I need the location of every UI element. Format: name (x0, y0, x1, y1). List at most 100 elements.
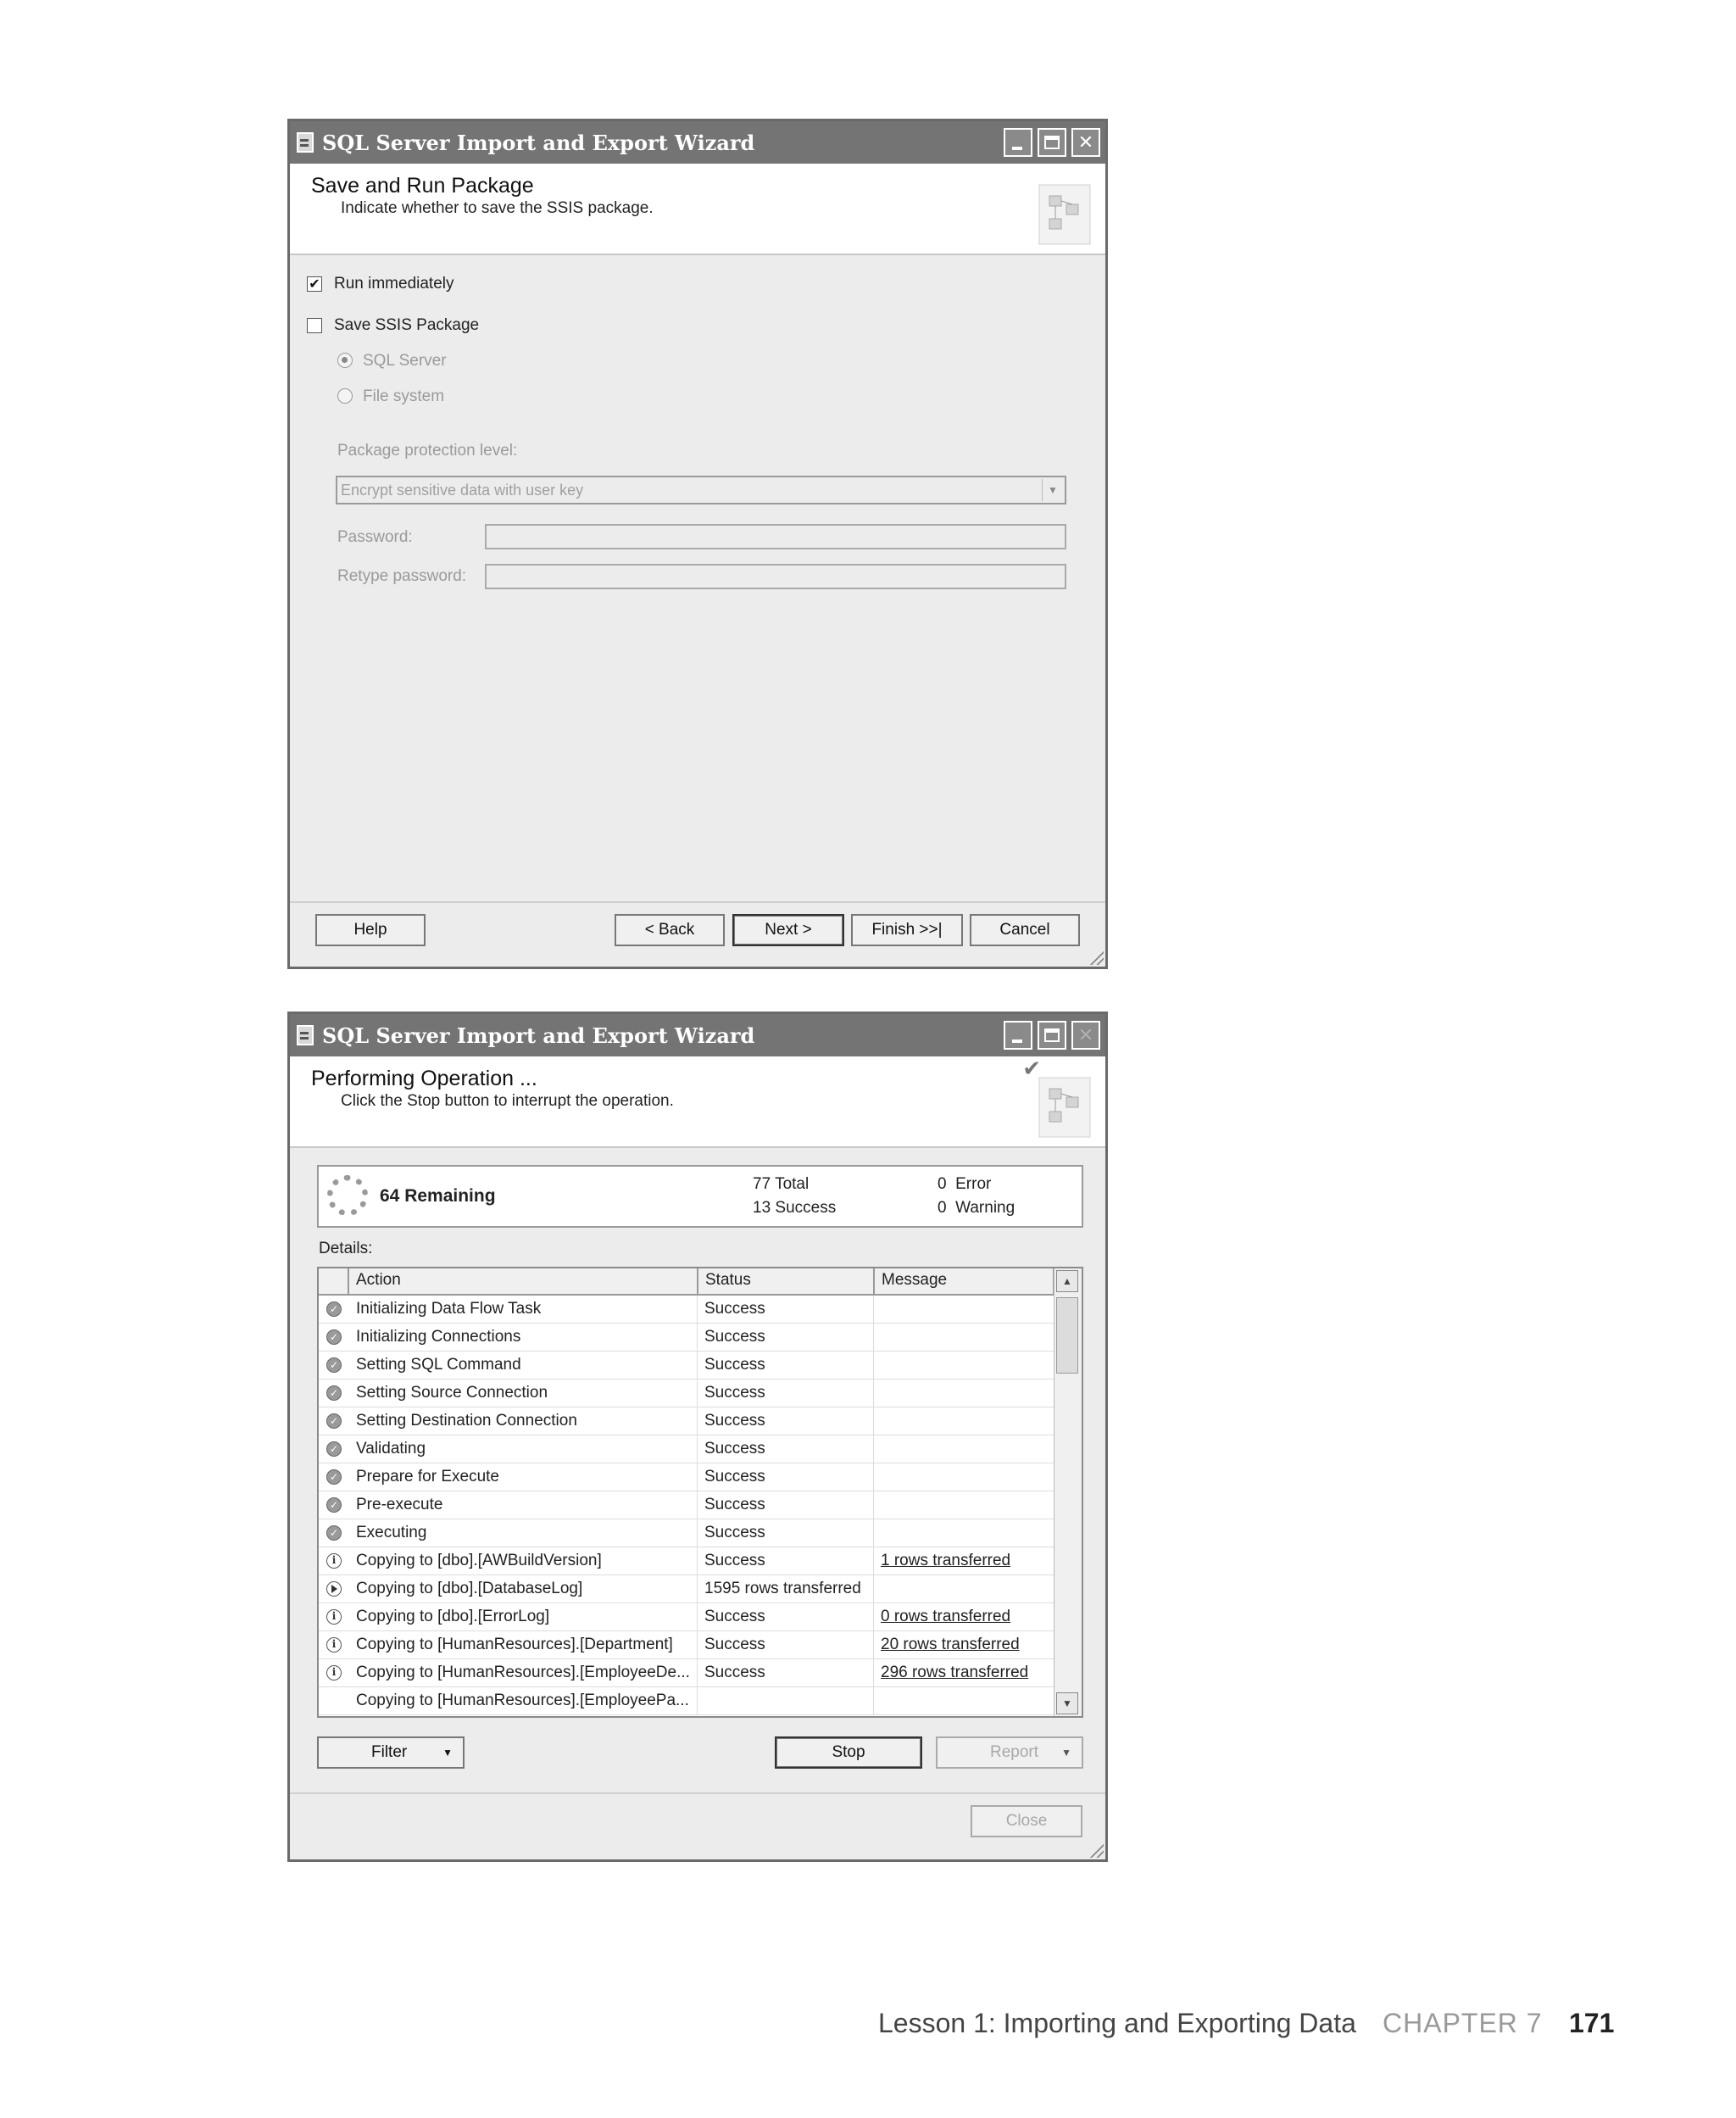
page-title: Performing Operation ... (311, 1067, 537, 1090)
message-link[interactable]: 20 rows transferred (881, 1636, 1020, 1653)
table-row[interactable]: i Copying to [dbo].[ErrorLog] Success 0 row… (319, 1603, 1054, 1631)
message-link[interactable]: 0 rows transferred (881, 1608, 1010, 1625)
resize-grip-icon[interactable] (1088, 1842, 1104, 1858)
table-row[interactable]: ✓ Prepare for Execute Success (319, 1463, 1054, 1491)
action-cell: Copying to [dbo].[DatabaseLog] (356, 1580, 583, 1597)
close-window-button[interactable]: ✕ (1071, 128, 1100, 157)
table-row[interactable]: ✓ Executing Success (319, 1519, 1054, 1547)
action-cell: Validating (356, 1440, 426, 1458)
table-row[interactable]: ✓ Setting SQL Command Success (319, 1352, 1054, 1379)
running-icon (326, 1581, 342, 1597)
action-cell: Copying to [HumanResources].[EmployeeDe.… (356, 1664, 690, 1681)
table-row[interactable]: ✓ Setting Source Connection Success (319, 1379, 1054, 1407)
wizard-header: Save and Run Package Indicate whether to… (290, 164, 1105, 255)
cancel-button[interactable]: Cancel (970, 914, 1080, 946)
message-cell[interactable]: 0 rows transferred (873, 1603, 1054, 1630)
info-icon: i (326, 1553, 342, 1569)
vertical-scrollbar[interactable]: ▲ ▼ (1054, 1268, 1082, 1716)
action-cell: Pre-execute (356, 1496, 443, 1513)
password-label: Password: (337, 528, 413, 546)
table-row[interactable]: i Copying to [dbo].[AWBuildVersion] Succes… (319, 1547, 1054, 1575)
scroll-thumb[interactable] (1056, 1297, 1078, 1374)
row-icon-cell: i (319, 1631, 349, 1658)
maximize-button[interactable] (1038, 128, 1066, 157)
message-cell[interactable]: 1 rows transferred (873, 1547, 1054, 1575)
row-icon-cell: ✓ (319, 1491, 349, 1519)
stop-button[interactable]: Stop (775, 1736, 922, 1769)
title-bar[interactable]: SQL Server Import and Export Wizard ✕ (290, 121, 1105, 164)
sql-server-radio[interactable] (337, 353, 353, 368)
message-link[interactable]: 1 rows transferred (881, 1552, 1010, 1569)
table-row[interactable]: Copying to [HumanResources].[EmployeePa.… (319, 1687, 1054, 1715)
minimize-button[interactable] (1004, 128, 1032, 157)
status-cell: Success (697, 1379, 873, 1407)
success-icon: ✓ (326, 1357, 342, 1373)
status-cell: Success (697, 1463, 873, 1491)
file-system-radio[interactable] (337, 388, 353, 404)
message-cell[interactable]: 296 rows transferred (873, 1659, 1054, 1686)
table-row[interactable]: ✓ Validating Success (319, 1435, 1054, 1463)
table-row[interactable]: Copying to [dbo].[DatabaseLog] 1595 rows … (319, 1575, 1054, 1603)
details-table[interactable]: Action Status Message ✓ Initializing Data… (317, 1267, 1083, 1718)
action-cell: Copying to [dbo].[AWBuildVersion] (356, 1552, 602, 1569)
header-icon-col (319, 1268, 349, 1294)
filter-button[interactable]: Filter ▼ (317, 1736, 465, 1769)
header-action[interactable]: Action (349, 1268, 698, 1294)
details-label: Details: (319, 1240, 373, 1257)
report-label: Report (990, 1743, 1039, 1761)
maximize-icon (1044, 136, 1060, 149)
protection-level-dropdown[interactable]: Encrypt sensitive data with user key ▼ (336, 476, 1066, 504)
table-row[interactable]: ✓ Setting Destination Connection Success (319, 1407, 1054, 1435)
finish-button[interactable]: Finish >>| (851, 914, 963, 946)
window-title: SQL Server Import and Export Wizard (322, 130, 755, 155)
progress-summary: 64 Remaining 77 Total 13 Success 0 Error… (317, 1165, 1083, 1228)
wizard-graphic-icon (1038, 184, 1091, 245)
password-field[interactable] (485, 524, 1066, 549)
message-link[interactable]: 296 rows transferred (881, 1664, 1028, 1681)
close-button[interactable]: Close (971, 1805, 1082, 1837)
sql-server-label: SQL Server (363, 352, 447, 370)
success-icon: ✓ (326, 1413, 342, 1429)
back-button[interactable]: < Back (615, 914, 725, 946)
retype-password-field[interactable] (485, 564, 1066, 589)
filter-label: Filter (371, 1743, 408, 1761)
status-cell: Success (697, 1407, 873, 1435)
minimize-icon (1012, 1039, 1022, 1043)
maximize-button[interactable] (1038, 1021, 1066, 1050)
table-row[interactable]: ✓ Initializing Connections Success (319, 1324, 1054, 1352)
success-icon: ✓ (326, 1469, 342, 1485)
table-row[interactable]: ✓ Pre-execute Success (319, 1491, 1054, 1519)
status-cell: Success (697, 1324, 873, 1351)
resize-grip-icon[interactable] (1088, 950, 1104, 965)
table-row[interactable]: i Copying to [HumanResources].[EmployeeDe… (319, 1659, 1054, 1687)
title-bar[interactable]: SQL Server Import and Export Wizard ✕ (290, 1014, 1105, 1056)
next-button[interactable]: Next > (732, 914, 844, 946)
save-ssis-checkbox[interactable] (307, 318, 322, 333)
wizard-graphic-icon (1038, 1077, 1091, 1138)
run-immediately-checkbox[interactable]: ✔ (307, 276, 322, 292)
close-icon: ✕ (1077, 1024, 1094, 1046)
report-button[interactable]: Report ▼ (936, 1736, 1083, 1769)
table-row[interactable]: i Copying to [HumanResources].[Department… (319, 1631, 1054, 1659)
window-title: SQL Server Import and Export Wizard (322, 1023, 755, 1048)
row-icon-cell: i (319, 1547, 349, 1575)
message-cell (873, 1379, 1054, 1407)
row-icon-cell: i (319, 1603, 349, 1630)
chevron-down-icon: ▼ (442, 1747, 453, 1758)
action-cell: Copying to [dbo].[ErrorLog] (356, 1608, 550, 1625)
remaining-count: 64 Remaining (380, 1186, 496, 1206)
message-cell[interactable]: 20 rows transferred (873, 1631, 1054, 1658)
scroll-down-icon[interactable]: ▼ (1056, 1692, 1078, 1714)
close-window-button[interactable]: ✕ (1071, 1021, 1100, 1050)
info-icon: i (326, 1665, 342, 1680)
header-message[interactable]: Message (875, 1268, 1054, 1294)
footer-divider (290, 901, 1105, 903)
scroll-up-icon[interactable]: ▲ (1056, 1270, 1078, 1292)
status-cell: Success (697, 1519, 873, 1547)
table-row[interactable]: ✓ Initializing Data Flow Task Success (319, 1296, 1054, 1324)
help-button[interactable]: Help (315, 914, 426, 946)
file-system-label: File system (363, 387, 445, 405)
header-status[interactable]: Status (698, 1268, 875, 1294)
success-icon: ✓ (326, 1441, 342, 1457)
minimize-button[interactable] (1004, 1021, 1032, 1050)
